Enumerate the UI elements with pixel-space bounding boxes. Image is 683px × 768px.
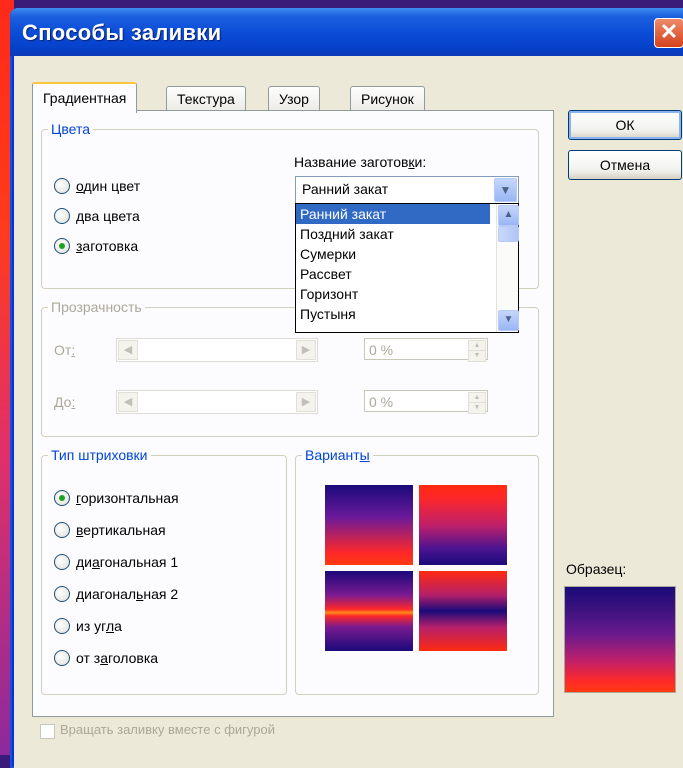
preset-dropdown-list[interactable]: Ранний закат Поздний закат Сумерки Рассв…	[295, 203, 519, 333]
radio-label: два цвета	[76, 208, 140, 224]
title-bar: Способы заливки ✕	[10, 8, 683, 56]
variant-2[interactable]	[418, 484, 508, 566]
preset-combo-value: Ранний закат	[302, 181, 389, 197]
radio-label: заготовка	[76, 238, 139, 254]
variant-1[interactable]	[324, 484, 414, 566]
scroll-thumb[interactable]	[498, 226, 519, 242]
radio-label: из угла	[76, 618, 122, 634]
list-item[interactable]: Поздний закат	[296, 224, 490, 244]
tab-panel: Цвета один цвет два цвета заготовка Назв…	[32, 110, 554, 717]
radio-label: от заголовка	[76, 650, 159, 666]
left-arrow-icon[interactable]: ◀	[118, 392, 138, 412]
to-value: 0 %	[369, 394, 394, 410]
spin-down-icon[interactable]: ▼	[468, 350, 486, 362]
radio-circle	[54, 522, 70, 538]
sample-label: Образец:	[566, 561, 627, 577]
to-label: До:	[54, 394, 76, 410]
radio-diagonal-2[interactable]: диагональная 2	[54, 586, 178, 602]
list-item[interactable]: Сумерки	[296, 244, 490, 264]
radio-label: один цвет	[76, 178, 141, 194]
shading-group-title: Тип штриховки	[48, 447, 151, 463]
ok-button[interactable]: ОК	[568, 110, 682, 140]
variants-group-title: Варианты	[302, 447, 373, 463]
radio-one-color[interactable]: один цвет	[54, 178, 140, 194]
list-item[interactable]: Ранний закат	[296, 204, 490, 224]
variant-3[interactable]	[324, 570, 414, 652]
dialog-client: Градиентная Текстура Узор Рисунок Цвета …	[14, 56, 683, 768]
spin-down-icon[interactable]: ▼	[468, 402, 486, 414]
radio-two-colors[interactable]: два цвета	[54, 208, 140, 224]
radio-label: диагональная 2	[76, 586, 179, 602]
radio-horizontal[interactable]: горизонтальная	[54, 490, 179, 506]
colors-group-title: Цвета	[48, 121, 93, 137]
close-button[interactable]: ✕	[654, 18, 683, 48]
radio-circle	[54, 554, 70, 570]
chevron-down-icon[interactable]: ▼	[494, 178, 517, 202]
list-item[interactable]: Пустыня	[296, 304, 490, 324]
tab-picture[interactable]: Рисунок	[350, 86, 425, 111]
radio-circle	[54, 238, 70, 254]
sample-preview	[564, 586, 676, 693]
radio-diagonal-1[interactable]: диагональная 1	[54, 554, 178, 570]
list-item[interactable]: Горизонт	[296, 284, 490, 304]
variant-4[interactable]	[418, 570, 508, 652]
tab-texture[interactable]: Текстура	[166, 86, 246, 111]
radio-circle	[54, 586, 70, 602]
to-spinner[interactable]: 0 % ▲ ▼	[364, 390, 488, 414]
from-value: 0 %	[369, 342, 394, 358]
tab-pattern[interactable]: Узор	[268, 86, 320, 111]
radio-from-corner[interactable]: из угла	[54, 618, 122, 634]
radio-circle	[54, 650, 70, 666]
from-spinner[interactable]: 0 % ▲ ▼	[364, 338, 488, 362]
variants-group: Варианты	[295, 447, 539, 695]
right-arrow-icon[interactable]: ▶	[296, 340, 316, 360]
preset-name-label: Название заготовки:	[294, 154, 427, 170]
radio-preset[interactable]: заготовка	[54, 238, 138, 254]
transparency-group-title: Прозрачность	[48, 299, 145, 315]
radio-label: горизонтальная	[76, 490, 179, 506]
rotate-checkbox[interactable]	[40, 724, 55, 739]
cancel-button[interactable]: Отмена	[568, 150, 682, 180]
from-label: От:	[54, 342, 76, 358]
list-item[interactable]: Рассвет	[296, 264, 490, 284]
radio-label: вертикальная	[76, 522, 166, 538]
radio-label: диагональная 1	[76, 554, 179, 570]
dropdown-scrollbar[interactable]: ▲ ▼	[496, 204, 519, 332]
fill-effects-dialog: Способы заливки ✕ Градиентная Текстура У…	[10, 8, 683, 768]
dialog-title: Способы заливки	[22, 20, 222, 45]
right-arrow-icon[interactable]: ▶	[296, 392, 316, 412]
radio-circle	[54, 618, 70, 634]
radio-circle	[54, 208, 70, 224]
left-arrow-icon[interactable]: ◀	[118, 340, 138, 360]
tab-gradient[interactable]: Градиентная	[32, 82, 138, 113]
scroll-down-icon[interactable]: ▼	[498, 310, 519, 331]
to-slider[interactable]: ◀ ▶	[116, 390, 318, 414]
radio-from-title[interactable]: от заголовка	[54, 650, 158, 666]
radio-circle	[54, 490, 70, 506]
radio-circle	[54, 178, 70, 194]
radio-vertical[interactable]: вертикальная	[54, 522, 166, 538]
preset-combo[interactable]: Ранний закат ▼	[295, 176, 519, 204]
rotate-label: Вращать заливку вместе с фигурой	[60, 722, 275, 737]
shading-styles-group: Тип штриховки горизонтальная вертикальна…	[41, 447, 287, 695]
scroll-up-icon[interactable]: ▲	[498, 205, 519, 226]
from-slider[interactable]: ◀ ▶	[116, 338, 318, 362]
